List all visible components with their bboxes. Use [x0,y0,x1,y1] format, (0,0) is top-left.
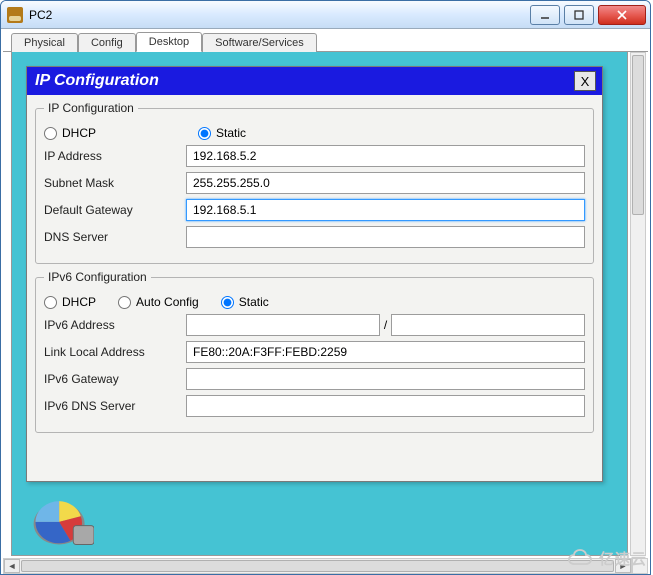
ipv6-prefix-slash: / [380,318,391,332]
ipv6-address-label: IPv6 Address [44,318,186,332]
app-shortcut-icon[interactable] [28,493,102,547]
ip-address-input[interactable] [186,145,585,167]
horizontal-scrollbar-thumb[interactable] [21,560,614,572]
subnet-mask-label: Subnet Mask [44,176,186,190]
watermark: 亿速云 [567,548,647,569]
title-bar: PC2 [1,1,650,29]
scroll-left-button[interactable]: ◄ [4,559,20,573]
app-icon [7,7,23,23]
ipv4-dhcp-radio-input[interactable] [44,127,57,140]
desktop-workspace: IP Configuration X IP Configuration DHCP… [11,52,628,556]
ipv6-static-radio[interactable]: Static [221,295,269,309]
dialog-title-text: IP Configuration [35,72,159,90]
ipv4-fieldset: IP Configuration DHCP Static IP Address [35,101,594,264]
ipv6-dhcp-radio[interactable]: DHCP [44,295,96,309]
cloud-icon [567,549,595,569]
close-button[interactable] [598,5,646,25]
ipv6-gateway-input[interactable] [186,368,585,390]
ipv6-static-radio-input[interactable] [221,296,234,309]
window-title: PC2 [29,8,530,22]
ipv4-legend: IP Configuration [44,101,138,115]
ipv6-dns-label: IPv6 DNS Server [44,399,186,413]
vertical-scrollbar-thumb[interactable] [632,55,644,215]
ipv6-gateway-label: IPv6 Gateway [44,372,186,386]
ipv6-fieldset: IPv6 Configuration DHCP Auto Config S [35,270,594,433]
tab-physical[interactable]: Physical [11,33,78,52]
ipv4-static-radio[interactable]: Static [198,126,246,140]
default-gateway-input[interactable] [186,199,585,221]
ipv6-legend: IPv6 Configuration [44,270,151,284]
ipv6-address-input[interactable] [186,314,380,336]
minimize-button[interactable] [530,5,560,25]
default-gateway-label: Default Gateway [44,203,186,217]
tab-row: Physical Config Desktop Software/Service… [3,30,648,52]
ipv4-dhcp-radio[interactable]: DHCP [44,126,96,140]
ipv4-static-radio-input[interactable] [198,127,211,140]
tab-desktop[interactable]: Desktop [136,32,202,52]
ip-config-dialog: IP Configuration X IP Configuration DHCP… [26,66,603,482]
ipv6-auto-radio[interactable]: Auto Config [118,295,199,309]
link-local-input[interactable] [186,341,585,363]
tab-software-services[interactable]: Software/Services [202,33,317,52]
subnet-mask-input[interactable] [186,172,585,194]
vertical-scrollbar[interactable] [630,52,646,556]
dns-server-input[interactable] [186,226,585,248]
maximize-button[interactable] [564,5,594,25]
ipv6-auto-radio-input[interactable] [118,296,131,309]
horizontal-scrollbar[interactable]: ◄ ► [3,558,632,574]
ipv6-dns-input[interactable] [186,395,585,417]
ipv6-prefix-input[interactable] [391,314,585,336]
ipv6-dhcp-radio-input[interactable] [44,296,57,309]
dns-server-label: DNS Server [44,230,186,244]
ip-address-label: IP Address [44,149,186,163]
dialog-title-bar: IP Configuration X [27,67,602,95]
dialog-close-button[interactable]: X [574,71,596,91]
link-local-label: Link Local Address [44,345,186,359]
tab-config[interactable]: Config [78,33,136,52]
application-window: PC2 Physical Config Desktop Software/Ser… [0,0,651,575]
